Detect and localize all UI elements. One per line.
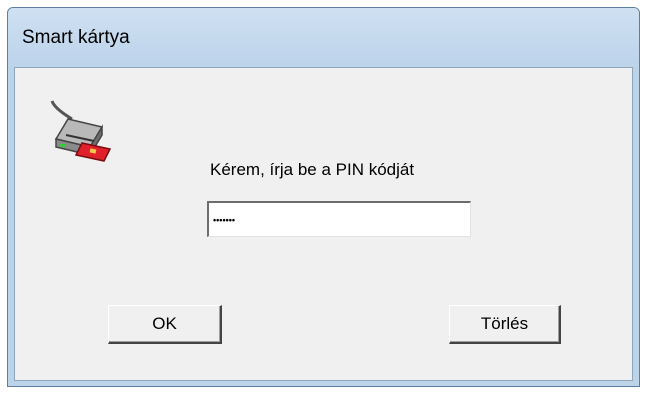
pin-prompt-label: Kérem, írja be a PIN kódját bbox=[210, 160, 415, 179]
clear-button[interactable]: Törlés bbox=[449, 305, 561, 344]
title-bar[interactable]: Smart kártya bbox=[8, 8, 639, 68]
ok-button[interactable]: OK bbox=[108, 305, 222, 344]
window-title: Smart kártya bbox=[22, 27, 130, 48]
dialog-body: Kérem, írja be a PIN kódját OK Törlés bbox=[14, 67, 633, 381]
smart-card-reader-icon bbox=[50, 100, 112, 162]
pin-input[interactable] bbox=[207, 201, 471, 237]
smart-card-dialog: Smart kártya Kérem, írja be a PIN kódját… bbox=[7, 7, 640, 387]
